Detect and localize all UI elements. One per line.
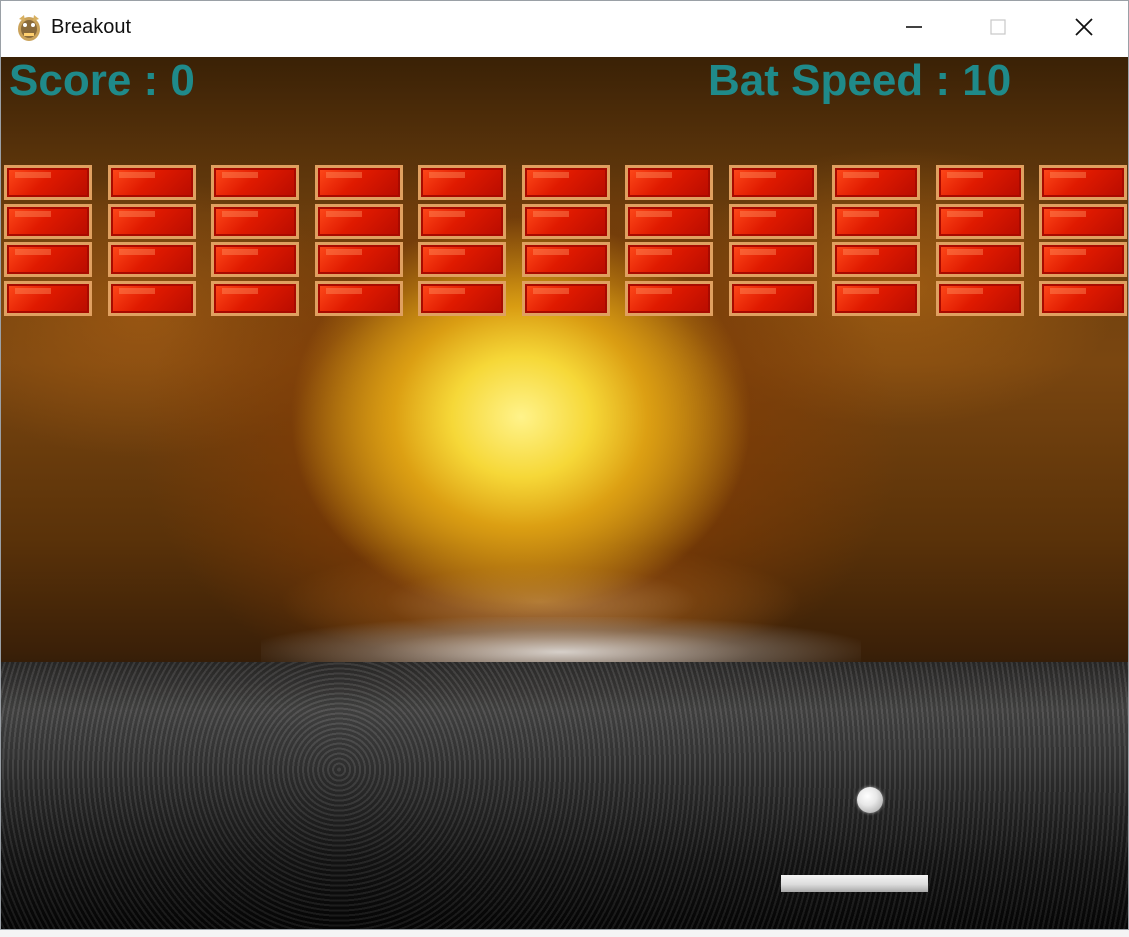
minimize-button[interactable]: [871, 1, 957, 57]
brick: [935, 203, 1024, 239]
brick: [211, 280, 299, 316]
brick: [107, 203, 196, 239]
brick: [4, 165, 92, 200]
brick: [107, 165, 196, 200]
brick: [728, 280, 817, 316]
brick: [107, 242, 196, 277]
brick: [728, 242, 817, 277]
brick: [832, 242, 920, 277]
game-canvas[interactable]: Score : 0 Bat Speed : 10: [1, 57, 1128, 929]
maximize-icon: [988, 17, 1008, 42]
minimize-icon: [904, 17, 924, 42]
brick: [107, 280, 196, 316]
brick-wall: [1, 165, 1128, 321]
brick: [418, 165, 506, 200]
brick: [314, 280, 403, 316]
brick: [625, 203, 713, 239]
close-icon: [1073, 16, 1095, 43]
brick: [935, 280, 1024, 316]
brick: [314, 242, 403, 277]
brick: [832, 165, 920, 200]
close-button[interactable]: [1041, 1, 1127, 57]
title-bar[interactable]: Breakout: [1, 1, 1128, 57]
background-ground: [1, 662, 1128, 929]
bat-speed-display: Bat Speed : 10: [708, 57, 1012, 105]
brick: [418, 203, 506, 239]
brick: [211, 242, 299, 277]
pygame-snake-icon: [15, 13, 43, 43]
brick: [418, 242, 506, 277]
brick: [211, 165, 299, 200]
maximize-button[interactable]: [955, 1, 1041, 57]
brick: [1039, 242, 1127, 277]
brick: [418, 280, 506, 316]
brick: [4, 280, 92, 316]
paddle[interactable]: [781, 875, 928, 892]
brick: [521, 242, 610, 277]
brick: [935, 242, 1024, 277]
brick: [935, 165, 1024, 200]
brick: [1039, 165, 1127, 200]
brick: [728, 165, 817, 200]
game-window: Breakout Score : 0 Bat Speed : 10: [0, 0, 1129, 930]
brick: [832, 203, 920, 239]
brick: [1039, 280, 1127, 316]
window-title: Breakout: [51, 16, 132, 38]
brick: [314, 165, 403, 200]
brick: [728, 203, 817, 239]
brick: [625, 165, 713, 200]
brick: [211, 203, 299, 239]
brick: [314, 203, 403, 239]
brick: [4, 203, 92, 239]
brick: [625, 280, 713, 316]
background-console-strip: [0, 930, 1129, 937]
brick: [832, 280, 920, 316]
ball: [857, 787, 883, 813]
brick: [521, 280, 610, 316]
brick: [521, 203, 610, 239]
brick: [1039, 203, 1127, 239]
brick: [521, 165, 610, 200]
brick: [625, 242, 713, 277]
brick: [4, 242, 92, 277]
score-display: Score : 0: [9, 57, 195, 105]
